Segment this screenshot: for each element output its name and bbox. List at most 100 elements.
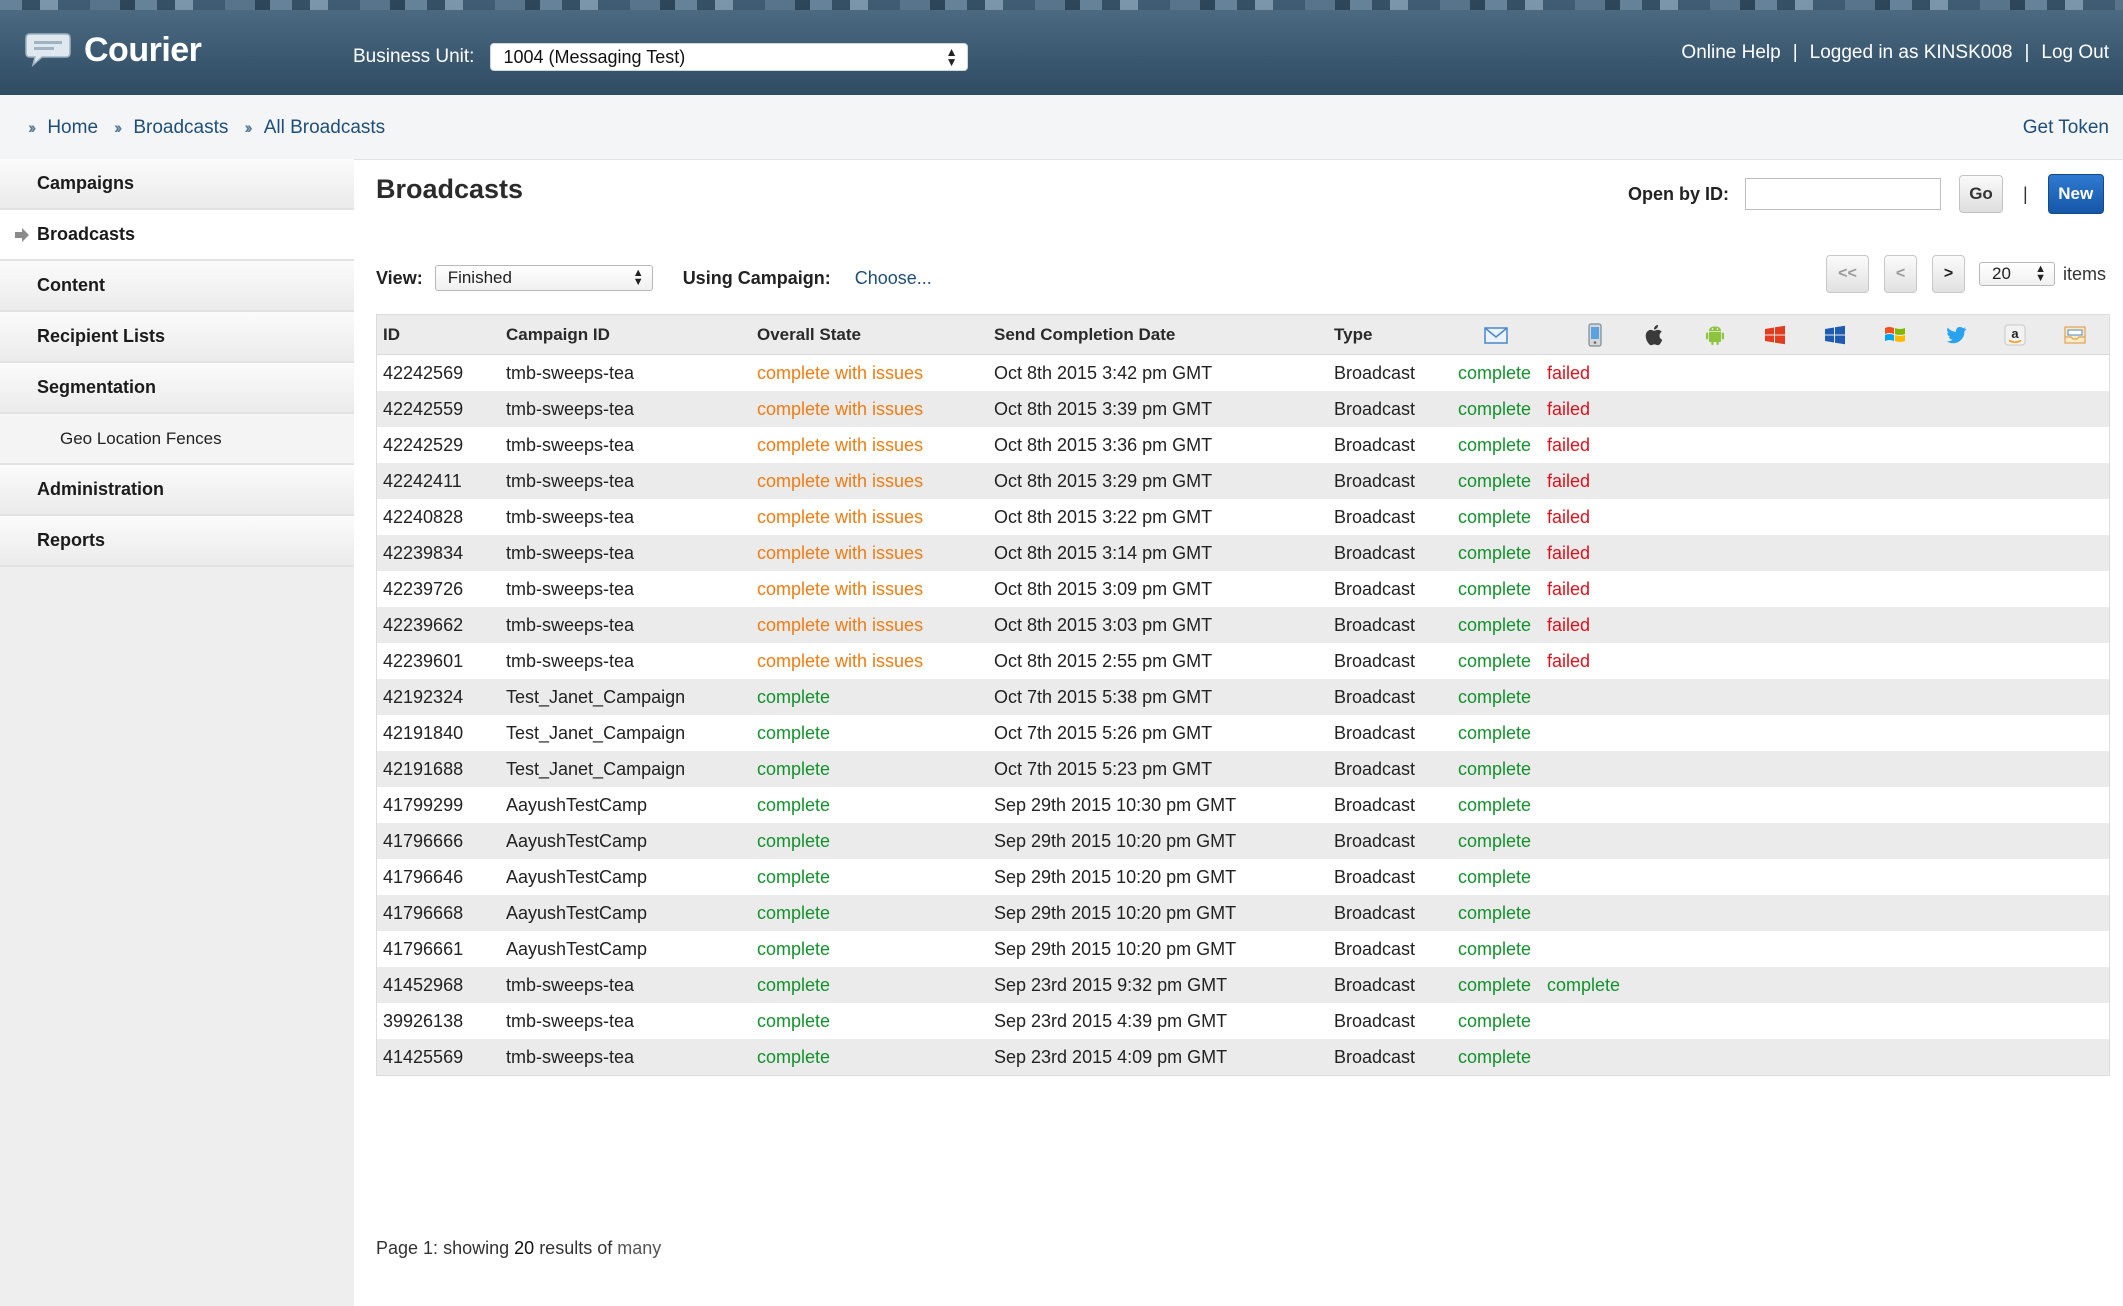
table-row[interactable]: 42242411 tmb-sweeps-tea complete with issu… (377, 463, 2109, 499)
sidebar-item-geo-location-fences[interactable]: Geo Location Fences (0, 414, 354, 465)
choose-campaign-link[interactable]: Choose... (855, 268, 932, 289)
result-count: 20 (514, 1238, 535, 1258)
table-row[interactable]: 42242559 tmb-sweeps-tea complete with issu… (377, 391, 2109, 427)
row-campaign-id: AayushTestCamp (506, 903, 648, 923)
row-type: Broadcast (1334, 651, 1416, 671)
row-overall-state: complete (757, 795, 831, 815)
row-type: Broadcast (1334, 687, 1416, 707)
column-header-type[interactable]: Type (1334, 325, 1372, 345)
row-id[interactable]: 42242559 (383, 399, 463, 420)
row-id[interactable]: 41796668 (383, 903, 463, 924)
row-completion-date: Oct 8th 2015 2:55 pm GMT (994, 651, 1213, 671)
get-token-link[interactable]: Get Token (2023, 117, 2109, 139)
table-row[interactable]: 41796666 AayushTestCamp complete Sep 29th 2… (377, 823, 2109, 859)
row-sms-status: failed (1547, 435, 1591, 455)
view-label: View: (376, 267, 423, 288)
sidebar-item-recipient-lists[interactable]: Recipient Lists (0, 312, 354, 363)
row-id[interactable]: 41796646 (383, 867, 463, 888)
row-id[interactable]: 42240828 (383, 507, 463, 528)
column-header-date[interactable]: Send Completion Date (994, 325, 1175, 345)
row-id[interactable]: 42239601 (383, 651, 463, 672)
row-type: Broadcast (1334, 867, 1416, 887)
row-type: Broadcast (1334, 543, 1416, 563)
table-row[interactable]: 42192324 Test_Janet_Campaign complete Oct 7… (377, 679, 2109, 715)
row-id[interactable]: 42191840 (383, 723, 463, 744)
row-id[interactable]: 42239662 (383, 615, 463, 636)
row-id[interactable]: 41796666 (383, 831, 463, 852)
row-id[interactable]: 42239726 (383, 579, 463, 600)
table-row[interactable]: 42242529 tmb-sweeps-tea complete with issu… (377, 427, 2109, 463)
table-row[interactable]: 41799299 AayushTestCamp complete Sep 29th 2… (377, 787, 2109, 823)
row-id[interactable]: 42242529 (383, 435, 463, 456)
sidebar-item-administration[interactable]: Administration (0, 465, 354, 516)
table-row[interactable]: 42191688 Test_Janet_Campaign complete Oct 7… (377, 751, 2109, 787)
row-type: Broadcast (1334, 435, 1416, 455)
row-completion-date: Oct 8th 2015 3:14 pm GMT (994, 543, 1213, 563)
table-row[interactable]: 39926138 tmb-sweeps-tea complete Sep 23rd 2… (377, 1003, 2109, 1039)
results-of-label: results of (539, 1238, 613, 1258)
breadcrumb-home[interactable]: Home (47, 117, 98, 139)
breadcrumb-broadcasts[interactable]: Broadcasts (133, 117, 228, 139)
column-header-campaign[interactable]: Campaign ID (506, 325, 610, 345)
row-type: Broadcast (1334, 903, 1416, 923)
row-id[interactable]: 39926138 (383, 1011, 463, 1032)
table-row[interactable]: 42240828 tmb-sweeps-tea complete with issu… (377, 499, 2109, 535)
row-campaign-id: tmb-sweeps-tea (506, 579, 635, 599)
sidebar-item-label: Content (37, 275, 105, 295)
app-logo[interactable]: Courier (24, 30, 202, 70)
row-completion-date: Oct 7th 2015 5:26 pm GMT (994, 723, 1213, 743)
column-header-state[interactable]: Overall State (757, 325, 861, 345)
double-chevron-icon: ›› (244, 118, 253, 137)
table-row[interactable]: 42239726 tmb-sweeps-tea complete with issu… (377, 571, 2109, 607)
sidebar-item-broadcasts[interactable]: Broadcasts (0, 210, 354, 261)
breadcrumb-all-broadcasts[interactable]: All Broadcasts (264, 117, 385, 139)
row-id[interactable]: 41796661 (383, 939, 463, 960)
next-page-button[interactable]: > (1932, 255, 1965, 293)
open-by-id-input[interactable] (1745, 178, 1942, 210)
table-row[interactable]: 41452968 tmb-sweeps-tea complete Sep 23rd 2… (377, 967, 2109, 1003)
row-id[interactable]: 41452968 (383, 975, 463, 996)
row-completion-date: Oct 8th 2015 3:09 pm GMT (994, 579, 1213, 599)
row-id[interactable]: 42192324 (383, 687, 463, 708)
row-id[interactable]: 41799299 (383, 795, 463, 816)
row-overall-state: complete with issues (757, 471, 924, 491)
row-campaign-id: AayushTestCamp (506, 831, 648, 851)
row-overall-state: complete (757, 939, 831, 959)
sidebar-item-content[interactable]: Content (0, 261, 354, 312)
table-row[interactable]: 42239601 tmb-sweeps-tea complete with issu… (377, 643, 2109, 679)
previous-page-button[interactable]: < (1884, 255, 1917, 293)
sidebar-item-campaigns[interactable]: Campaigns (0, 159, 354, 210)
table-row[interactable]: 41425569 tmb-sweeps-tea complete Sep 23rd 2… (377, 1039, 2109, 1075)
go-button[interactable]: Go (1959, 175, 2004, 213)
new-broadcast-button[interactable]: New (2047, 174, 2104, 214)
table-row[interactable]: 42239662 tmb-sweeps-tea complete with issu… (377, 607, 2109, 643)
online-help-link[interactable]: Online Help (1681, 42, 1780, 64)
table-row[interactable]: 41796668 AayushTestCamp complete Sep 29th 2… (377, 895, 2109, 931)
page-size-select[interactable]: 20 ▲ ▼ (1979, 262, 2055, 286)
first-page-button[interactable]: << (1826, 255, 1869, 293)
items-label: items (2063, 263, 2107, 284)
table-row[interactable]: 42191840 Test_Janet_Campaign complete Oct 7… (377, 715, 2109, 751)
page-indicator: Page 1: (376, 1238, 439, 1258)
using-campaign-label: Using Campaign: (682, 267, 831, 288)
log-out-link[interactable]: Log Out (2041, 42, 2109, 64)
business-unit-select[interactable]: 1004 (Messaging Test) ▲ ▼ (490, 43, 969, 71)
header-stripe (0, 0, 2123, 10)
table-row[interactable]: 42242569 tmb-sweeps-tea complete with issu… (377, 355, 2109, 391)
table-row[interactable]: 41796661 AayushTestCamp complete Sep 29th 2… (377, 931, 2109, 967)
table-row[interactable]: 41796646 AayushTestCamp complete Sep 29th 2… (377, 859, 2109, 895)
row-id[interactable]: 42242411 (383, 471, 462, 492)
column-header-id[interactable]: ID (383, 325, 400, 345)
row-id[interactable]: 41425569 (383, 1047, 463, 1068)
table-row[interactable]: 42239834 tmb-sweeps-tea complete with issu… (377, 535, 2109, 571)
row-id[interactable]: 42239834 (383, 543, 463, 564)
double-chevron-icon: ›› (28, 118, 37, 137)
sidebar-item-segmentation[interactable]: Segmentation (0, 363, 354, 414)
row-id[interactable]: 42242569 (383, 363, 463, 384)
sidebar-item-reports[interactable]: Reports (0, 516, 354, 567)
view-select[interactable]: Finished ▲ ▼ (434, 265, 653, 291)
apple-icon (1645, 324, 1663, 346)
row-sms-status: failed (1547, 363, 1591, 383)
row-id[interactable]: 42191688 (383, 759, 463, 780)
row-type: Broadcast (1334, 759, 1416, 779)
